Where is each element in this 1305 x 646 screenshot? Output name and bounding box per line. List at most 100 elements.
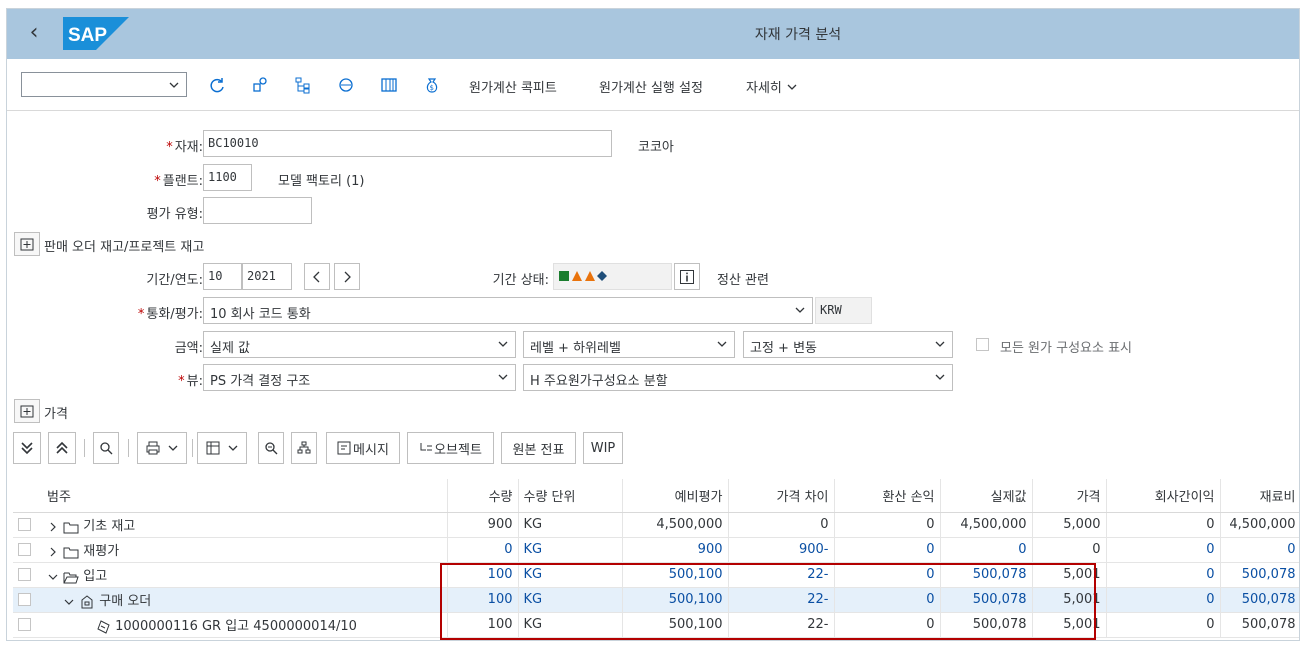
search-button[interactable] — [93, 432, 119, 464]
prev-period-button[interactable] — [304, 263, 330, 290]
expand-icon[interactable] — [14, 232, 40, 256]
qty-cell: 900 — [447, 512, 519, 538]
table-row[interactable]: 1000000116 GR 입고 4500000014/10 100 KG 50… — [13, 612, 1299, 638]
cost-flow-icon[interactable] — [334, 73, 358, 97]
table-header: 범주 수량 수량 단위 예비평가 가격 차이 환산 손익 실제값 가격 회사간이… — [13, 479, 1299, 513]
expand-all-button[interactable] — [13, 432, 41, 464]
material-description: 코코아 — [638, 140, 674, 155]
interco-cell: 0 — [1106, 537, 1221, 563]
column-header[interactable]: 예비평가 — [622, 479, 729, 513]
row-select-checkbox[interactable] — [18, 543, 31, 556]
row-select-checkbox[interactable] — [18, 568, 31, 581]
material-input[interactable]: BC10010 — [203, 130, 612, 157]
column-header[interactable]: 재료비 — [1220, 479, 1299, 513]
hierarchy-icon[interactable] — [291, 73, 315, 97]
year-input[interactable]: 2021 — [242, 263, 292, 290]
material-label-text: 자재: — [174, 140, 203, 155]
period-input[interactable]: 10 — [203, 263, 242, 290]
refresh-icon[interactable] — [205, 73, 229, 97]
chevron-down-icon[interactable] — [47, 571, 59, 583]
column-header[interactable]: 가격 차이 — [728, 479, 835, 513]
row-select-checkbox[interactable] — [18, 518, 31, 531]
category-label: 구매 오더 — [99, 594, 152, 609]
view-dropdown[interactable]: PS 가격 결정 구조 — [203, 364, 516, 391]
structure-button[interactable] — [291, 432, 317, 464]
table-row[interactable]: 재평가 0 KG 900 900- 0 0 0 0 0 — [13, 537, 1299, 563]
chevron-down-icon — [935, 341, 945, 347]
chevron-down-icon — [168, 445, 178, 451]
exch-diff-cell: 0 — [834, 612, 941, 638]
table-row[interactable]: 입고 100 KG 500,100 22- 0 500,078 5,001 0 … — [13, 562, 1299, 588]
show-all-components-checkbox[interactable] — [976, 338, 989, 351]
column-header[interactable]: 수량 단위 — [518, 479, 623, 513]
column-header[interactable]: 수량 — [447, 479, 519, 513]
chevron-right-icon[interactable] — [47, 546, 59, 558]
category-label: 입고 — [83, 569, 108, 584]
currency-dropdown[interactable]: 10 회사 코드 통화 — [203, 297, 813, 324]
prelim-cell: 4,500,000 — [622, 512, 729, 538]
row-select-checkbox[interactable] — [18, 618, 31, 631]
chevron-down-icon — [795, 307, 805, 313]
chevron-down-icon[interactable] — [63, 596, 75, 608]
double-chevron-down-icon — [21, 442, 33, 455]
price-toggle[interactable]: 가격 — [44, 403, 68, 422]
variant-combo[interactable] — [21, 72, 187, 97]
price-diff-cell: 22- — [728, 562, 835, 588]
chevron-down-icon — [935, 374, 945, 380]
chevron-down-icon — [169, 82, 179, 88]
search-icon — [100, 442, 113, 455]
costing-run-settings-link[interactable]: 원가계산 실행 설정 — [599, 77, 703, 96]
actual-cell: 500,078 — [940, 587, 1033, 613]
material-icon[interactable] — [248, 73, 272, 97]
table-row[interactable]: 구매 오더 100 KG 500,100 22- 0 500,078 5,001… — [13, 587, 1299, 613]
price-cell: 0 — [1032, 537, 1107, 563]
column-header[interactable]: 가격 — [1032, 479, 1107, 513]
column-header[interactable]: 범주 — [41, 479, 448, 513]
qty-cell: 100 — [447, 562, 519, 588]
more-menu[interactable]: 자세히 — [746, 77, 798, 96]
sales-order-stock-toggle[interactable]: 판매 오더 재고/프로젝트 재고 — [44, 236, 204, 255]
wip-button[interactable]: WIP — [583, 432, 623, 464]
column-header[interactable]: 환산 손익 — [834, 479, 941, 513]
currency-code: KRW — [815, 297, 872, 324]
table-view-icon[interactable] — [377, 73, 401, 97]
plant-input[interactable]: 1100 — [203, 164, 252, 191]
object-button[interactable]: 오브젝트 — [407, 432, 494, 464]
print-menu-button[interactable] — [137, 432, 187, 464]
column-header[interactable]: 실제값 — [940, 479, 1033, 513]
zoom-button[interactable] — [258, 432, 284, 464]
chevron-right-icon[interactable] — [47, 521, 59, 533]
column-header[interactable]: 회사간이익 — [1106, 479, 1221, 513]
next-period-button[interactable] — [334, 263, 360, 290]
message-button[interactable]: 메시지 — [326, 432, 400, 464]
money-bag-icon[interactable]: $ — [420, 73, 444, 97]
valuation-type-input[interactable] — [203, 197, 312, 224]
chevron-left-icon — [313, 271, 320, 282]
costing-cockpit-link[interactable]: 원가계산 콕피트 — [469, 77, 557, 96]
chevron-down-icon — [787, 84, 797, 90]
material-label: * 자재: — [87, 136, 203, 155]
collapse-all-button[interactable] — [48, 432, 76, 464]
open-folder-icon — [63, 572, 79, 583]
expand-price-icon[interactable] — [14, 399, 40, 423]
info-button[interactable] — [674, 263, 700, 290]
row-select-checkbox[interactable] — [18, 593, 31, 606]
interco-cell: 0 — [1106, 587, 1221, 613]
category-label: 기초 재고 — [83, 519, 136, 534]
layout-menu-button[interactable] — [197, 432, 247, 464]
exch-diff-cell: 0 — [834, 587, 941, 613]
cost-split-dropdown[interactable]: H 주요원가구성요소 분할 — [523, 364, 953, 391]
level-dropdown[interactable]: 레벨 + 하위레벨 — [523, 331, 735, 358]
original-document-button[interactable]: 원본 전표 — [501, 432, 576, 464]
fixed-variable-dropdown[interactable]: 고정 + 변동 — [743, 331, 953, 358]
price-cell: 5,001 — [1032, 562, 1107, 588]
material-cost-cell: 4,500,000 — [1220, 512, 1299, 538]
status-icons — [559, 271, 607, 281]
level-value: 레벨 + 하위레벨 — [530, 341, 621, 356]
actual-cell: 500,078 — [940, 562, 1033, 588]
toolbar-separator — [128, 439, 129, 457]
table-row[interactable]: 기초 재고 900 KG 4,500,000 0 0 4,500,000 5,0… — [13, 512, 1299, 538]
hierarchy-icon — [297, 441, 311, 454]
amount-dropdown[interactable]: 실제 값 — [203, 331, 516, 358]
qty-cell: 0 — [447, 537, 519, 563]
